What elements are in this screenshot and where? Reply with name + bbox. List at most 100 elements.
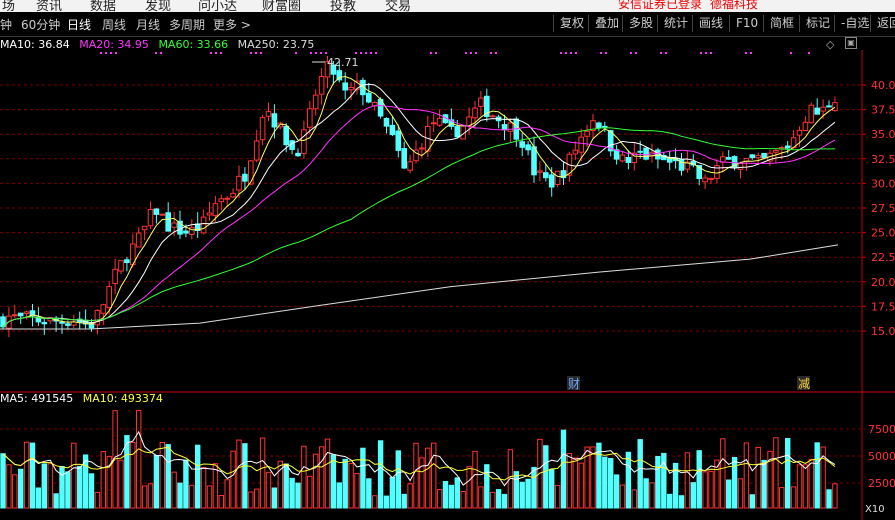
volume-bar — [596, 442, 602, 509]
volume-bar — [218, 494, 225, 509]
candle-body — [761, 152, 767, 159]
signal-dot — [220, 52, 222, 54]
candle-body — [124, 259, 130, 264]
volume-tick-label: 5000 — [868, 450, 895, 463]
volume-bar — [696, 450, 702, 509]
volume-bar — [324, 438, 331, 509]
candle-body — [802, 121, 809, 131]
volume-bar — [118, 459, 124, 509]
volume-bar — [230, 450, 236, 509]
signal-dot — [745, 52, 747, 54]
candle-body — [454, 126, 461, 138]
candle-body — [472, 107, 478, 119]
volume-bar — [377, 440, 384, 509]
volume-bar — [259, 437, 266, 509]
price-tick-label: 15.0 — [871, 325, 895, 338]
candle-body — [401, 148, 407, 169]
volume-bar — [608, 458, 614, 509]
price-tick-label: 25.0 — [871, 227, 895, 240]
volume-bar — [519, 481, 525, 509]
signal-dot — [570, 52, 572, 54]
candle-body — [200, 216, 207, 234]
candle-body — [230, 192, 236, 198]
volume-bar — [65, 471, 71, 509]
signal-dot — [435, 52, 437, 54]
candle-body — [531, 146, 537, 176]
volume-bar — [490, 491, 496, 509]
volume-tick-label: 7500 — [868, 423, 895, 436]
volume-bar — [643, 478, 649, 509]
signal-dot — [635, 52, 637, 54]
volume-bar — [348, 463, 354, 509]
candle-body — [430, 122, 437, 125]
volume-bar — [667, 493, 673, 509]
volume-bar — [755, 446, 761, 509]
volume-bar — [236, 439, 242, 509]
kline-chart[interactable]: 40.0 37.5 35.0 32.5 30.0 27.5 25.0 22.5 20.0 17.5… — [0, 0, 895, 520]
volume-bar — [785, 438, 791, 509]
candle-body — [725, 157, 732, 160]
volume-bar — [631, 489, 637, 509]
volume-bar — [832, 483, 838, 509]
signal-dot — [750, 52, 752, 54]
signal-dot — [575, 52, 577, 54]
candle-body — [318, 75, 325, 95]
volume-bar — [826, 489, 832, 509]
volume-bar — [655, 455, 661, 509]
candle-body — [489, 115, 496, 118]
signal-dot — [475, 52, 477, 54]
volume-bar — [731, 456, 738, 509]
volume-bar — [18, 468, 24, 509]
signal-dot — [665, 52, 667, 54]
volume-bar — [195, 444, 201, 509]
candle-body — [643, 147, 649, 160]
candle-body — [248, 160, 254, 185]
volume-bar — [501, 493, 508, 509]
signal-dot — [315, 52, 317, 54]
signal-dot — [115, 52, 117, 54]
volume-bar — [454, 477, 461, 509]
volume-bar — [88, 473, 95, 509]
candle-body — [572, 149, 579, 155]
signal-dot — [320, 52, 322, 54]
signal-dot — [105, 52, 107, 54]
volume-bar — [200, 466, 207, 509]
volume-bar — [224, 479, 230, 509]
candle-body — [755, 155, 762, 159]
volume-bar — [773, 437, 779, 509]
candle-body — [625, 156, 632, 163]
volume-bar — [761, 459, 767, 509]
candle-body — [395, 130, 402, 151]
candle-body — [147, 208, 154, 227]
candle-body — [808, 104, 815, 124]
signal-dot — [100, 52, 102, 54]
candle-body — [814, 107, 821, 115]
volume-bar — [136, 409, 142, 509]
candle-body — [301, 129, 307, 155]
candle-body — [212, 203, 219, 217]
signal-dot — [365, 52, 367, 54]
ma5-line — [2, 75, 836, 328]
volume-bar — [395, 450, 402, 509]
volume-bar — [159, 441, 166, 509]
volume-bar — [242, 443, 248, 509]
candle-body — [419, 147, 425, 150]
volume-bar — [389, 476, 396, 509]
volume-bar — [372, 495, 378, 509]
candle-body — [265, 111, 272, 117]
volume-bar — [525, 478, 531, 509]
volume-bar — [531, 466, 537, 509]
signal-dot — [790, 52, 792, 54]
candle-body — [820, 106, 826, 112]
candle-body — [525, 144, 531, 151]
volume-bar — [313, 453, 319, 509]
volume-bar — [354, 473, 360, 509]
candle-body — [342, 82, 348, 91]
signal-dot — [705, 52, 707, 54]
signal-dot — [295, 52, 297, 54]
volume-bar — [147, 483, 154, 509]
price-tick-label: 40.0 — [871, 79, 895, 92]
volume-bar — [295, 482, 301, 509]
volume-bar — [53, 493, 59, 509]
signal-dot — [360, 52, 362, 54]
